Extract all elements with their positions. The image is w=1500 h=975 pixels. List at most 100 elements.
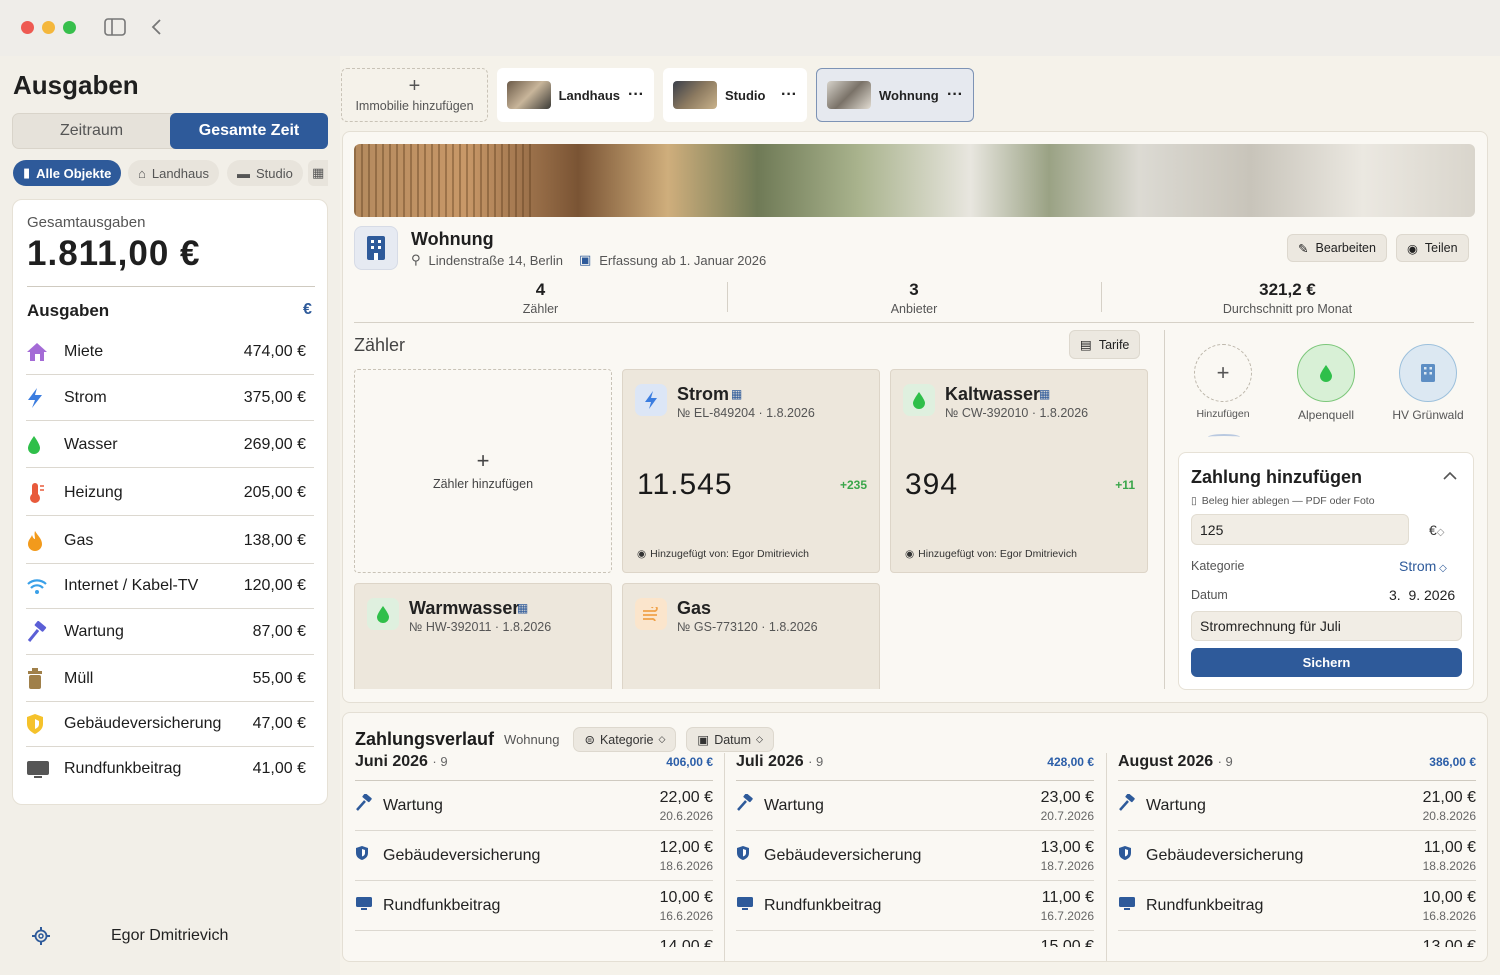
building-icon: ▦ (312, 165, 325, 180)
user-name[interactable]: Egor Dmitrievich (111, 927, 228, 945)
more-icon[interactable]: ··· (947, 86, 963, 104)
currency-selector[interactable]: €◇ (1429, 522, 1445, 538)
meter-name: Strom (677, 384, 730, 404)
added-by-text: Hinzugefügt von: Egor Dmitrievich (650, 548, 809, 560)
month-count: · 9 (1217, 754, 1233, 769)
expense-row-heizung[interactable]: Heizung 205,00 € (26, 470, 314, 516)
history-label: Wartung (1146, 796, 1206, 814)
filter-label: Kategorie (599, 732, 654, 747)
expense-row-muell[interactable]: Müll 55,00 € (26, 656, 314, 702)
tab-wohnung[interactable]: Wohnung ··· (816, 68, 974, 122)
category-label: Kategorie (1191, 559, 1245, 573)
minimize-window-button[interactable] (42, 21, 55, 34)
filter-more[interactable]: ▦ (308, 160, 328, 186)
meter-name: Kaltwasser (945, 384, 1041, 404)
expense-row-internet[interactable]: Internet / Kabel-TV 120,00 € (26, 563, 314, 609)
tab-studio[interactable]: Studio ··· (663, 68, 807, 122)
date-filter-button[interactable]: ▣ Datum ◇ (686, 727, 774, 752)
history-label: Wartung (383, 796, 443, 814)
person-icon: ◉ (905, 548, 915, 560)
calendar-icon: ▣ (578, 252, 592, 267)
add-provider-button[interactable]: + Hinzufügen (1178, 344, 1268, 420)
history-row[interactable]: Wartung 21,00 € 20.8.2026 (1118, 781, 1476, 831)
category-selector[interactable]: Strom ◇ (1399, 558, 1447, 574)
history-row[interactable]: Gebäudeversicherung 12,00 € 18.6.2026 (355, 831, 713, 881)
history-row[interactable]: Rundfunkbeitrag 10,00 € 16.8.2026 (1118, 881, 1476, 931)
expense-label: Internet / Kabel-TV (64, 576, 199, 594)
segment-zeitraum[interactable]: Zeitraum (13, 114, 170, 148)
save-button[interactable]: Sichern (1191, 648, 1462, 677)
history-date: 20.7.2026 (1040, 808, 1094, 823)
history-row[interactable]: Wartung 22,00 € 20.6.2026 (355, 781, 713, 831)
meter-card-gas[interactable]: Gas № GS-773120 · 1.8.2026 (622, 583, 880, 689)
history-row[interactable]: Gebäudeversicherung 11,00 € 18.8.2026 (1118, 831, 1476, 881)
expense-row-strom[interactable]: Strom 375,00 € (26, 375, 314, 421)
provider-alpenquell[interactable]: Alpenquell (1281, 344, 1371, 422)
tariff-table-icon: ▤ (1080, 338, 1092, 352)
add-property-button[interactable]: + Immobilie hinzufügen (341, 68, 488, 122)
provider-hv-gruenwald[interactable]: HV Grünwald (1383, 344, 1473, 422)
stat-average: 321,2 € Durchschnitt pro Monat (1101, 280, 1474, 316)
note-field[interactable]: Stromrechnung für Juli (1191, 611, 1462, 641)
provider-label: Hinzufügen (1196, 408, 1250, 420)
tv-icon (1118, 895, 1146, 916)
meter-card-kaltwasser[interactable]: Kaltwasser ▦ № CW-392010 · 1.8.2026 394 … (890, 369, 1148, 573)
edit-button[interactable]: ✎ Bearbeiten (1287, 234, 1387, 262)
bolt-icon (635, 384, 667, 416)
shield-icon (736, 845, 764, 866)
building-badge-icon: ▦ (517, 601, 529, 615)
expense-label: Rundfunkbeitrag (64, 760, 182, 777)
property-name: Wohnung (411, 229, 494, 249)
segment-gesamte-zeit[interactable]: Gesamte Zeit (170, 113, 328, 149)
more-icon[interactable]: ··· (781, 86, 797, 104)
expense-row-miete[interactable]: Miete 474,00 € (26, 329, 314, 375)
expense-label: Gebäudeversicherung (64, 714, 222, 732)
chevron-up-icon[interactable] (1443, 471, 1457, 481)
expense-amount: 474,00 € (243, 342, 306, 360)
history-row[interactable]: Gebäudeversicherung 13,00 € 18.7.2026 (736, 831, 1094, 881)
settings-gear-icon[interactable] (32, 927, 50, 945)
currency-toggle[interactable]: € (303, 301, 312, 319)
meter-number: № CW-392010 · 1.8.2026 (945, 406, 1089, 420)
history-month-juli: Juli 2026 · 9 428,00 € Wartung 23,00 € 20… (736, 753, 1094, 947)
history-month-juni: Juni 2026 · 9 406,00 € Wartung 22,00 € 20… (355, 753, 713, 947)
filter-studio[interactable]: ▬ Studio (227, 160, 303, 186)
history-row[interactable]: Wartung 23,00 € 20.7.2026 (736, 781, 1094, 831)
thermometer-icon (26, 482, 64, 504)
updown-chevron-icon: ◇ (658, 734, 666, 744)
stat-label: Durchschnitt pro Monat (1222, 302, 1353, 316)
back-chevron-icon[interactable] (150, 18, 162, 36)
expense-row-wartung[interactable]: Wartung 87,00 € (26, 609, 314, 655)
zoom-window-button[interactable] (63, 21, 76, 34)
filter-all-objects[interactable]: ▮ Alle Objekte (13, 160, 122, 186)
sidebar-toggle-icon[interactable] (104, 18, 126, 36)
amount-field[interactable]: 125 (1191, 514, 1409, 545)
meter-card-warmwasser[interactable]: Warmwasser ▦ № HW-392011 · 1.8.2026 (354, 583, 612, 689)
month-title: August 2026 (1118, 753, 1214, 770)
provider-label: HV Grünwald (1392, 408, 1464, 422)
sofa-icon: ▬ (237, 165, 250, 181)
meter-card-strom[interactable]: Strom ▦ № EL-849204 · 1.8.2026 11.545 +2… (622, 369, 880, 573)
more-icon[interactable]: ··· (628, 86, 644, 104)
add-meter-button[interactable]: + Zähler hinzufügen (354, 369, 612, 573)
expense-row-rundfunkbeitrag[interactable]: Rundfunkbeitrag 41,00 € (26, 746, 314, 792)
share-button[interactable]: ◉ Teilen (1396, 234, 1469, 262)
stats-bar: 4 Zähler 3 Anbieter 321,2 € Durchschnitt… (354, 280, 1474, 323)
filter-landhaus[interactable]: ⌂ Landhaus (128, 160, 219, 186)
date-picker[interactable]: 3. 9. 2026 (1389, 587, 1455, 603)
close-window-button[interactable] (21, 21, 34, 34)
meter-number: № GS-773120 · 1.8.2026 (677, 620, 818, 634)
expense-amount: 120,00 € (243, 576, 306, 594)
category-filter-button[interactable]: ⊜ Kategorie ◇ (573, 727, 677, 752)
tariffs-button[interactable]: ▤ Tarife (1069, 330, 1141, 359)
history-row[interactable]: Rundfunkbeitrag 11,00 € 16.7.2026 (736, 881, 1094, 931)
receipt-drop-zone[interactable]: ▯ Beleg hier ablegen — PDF oder Foto (1191, 495, 1375, 507)
bolt-icon (26, 387, 64, 409)
history-row[interactable]: Rundfunkbeitrag 10,00 € 16.6.2026 (355, 881, 713, 931)
expense-row-wasser[interactable]: Wasser 269,00 € (26, 422, 314, 468)
tab-landhaus[interactable]: Landhaus ··· (497, 68, 654, 122)
tab-label: Studio (725, 87, 766, 103)
stat-value: 4 (535, 280, 546, 299)
expense-row-gas[interactable]: Gas 138,00 € (26, 518, 314, 564)
expense-row-gebaeudeversicherung[interactable]: Gebäudeversicherung 47,00 € (26, 701, 314, 747)
